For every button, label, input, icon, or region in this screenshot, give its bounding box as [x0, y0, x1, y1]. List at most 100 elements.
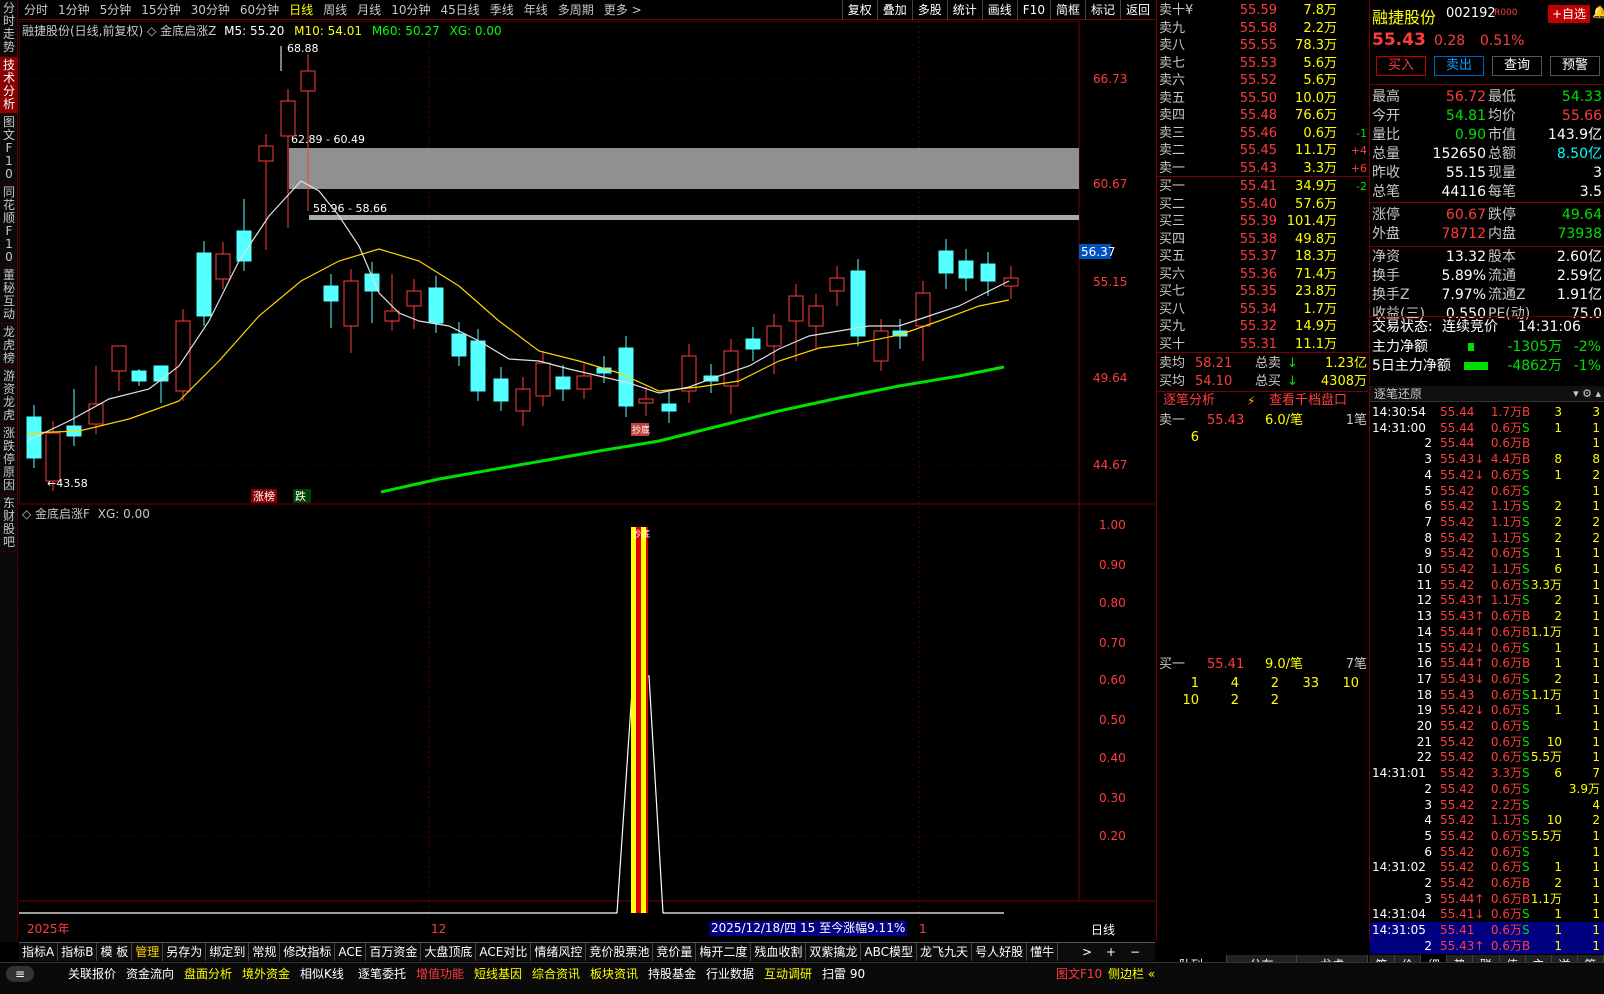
tick-row[interactable]: 14:31:02 55.42 0.6万 S 1 1 — [1370, 859, 1604, 875]
tick-row[interactable]: 7 55.42 1.1万 S 2 2 — [1370, 514, 1604, 530]
period-tab-9[interactable]: 10分钟 — [386, 0, 435, 20]
bid-row[interactable]: 买六 55.36 71.4万 — [1157, 266, 1369, 283]
status-item-3[interactable]: 境外资金 — [242, 963, 290, 985]
tick-row[interactable]: 10 55.42 1.1万 S 6 1 — [1370, 561, 1604, 577]
bid-row[interactable]: 买四 55.38 49.8万 — [1157, 231, 1369, 248]
tick-row[interactable]: 5 55.42 0.6万 S 1 — [1370, 483, 1604, 499]
template-tab-9[interactable]: 百万资金 — [366, 943, 422, 961]
tick-row[interactable]: 22 55.42 0.6万 S 5.5万 1 — [1370, 749, 1604, 765]
tick-row[interactable]: 2 55.44 0.6万 B 1 — [1370, 435, 1604, 451]
tick-row[interactable]: 14:30:54 55.44 1.7万 B 3 3 — [1370, 404, 1604, 420]
chart-tool-6[interactable]: 简框 — [1049, 0, 1085, 20]
template-tab-17[interactable]: 双紫擒龙 — [806, 943, 862, 961]
period-tab-3[interactable]: 15分钟 — [136, 0, 185, 20]
tick-row[interactable]: 14:31:05 55.41 0.6万 S 1 1 — [1370, 922, 1604, 939]
status-item-13[interactable]: 扫雷 90 — [822, 963, 865, 985]
ask-row[interactable]: 卖十¥ 55.59 7.8万 — [1157, 2, 1369, 19]
ask-row[interactable]: 卖五 55.50 10.0万 — [1157, 90, 1369, 107]
tick-row[interactable]: 8 55.42 1.1万 S 2 2 — [1370, 530, 1604, 546]
tick-row[interactable]: 6 55.42 0.6万 S 1 — [1370, 844, 1604, 860]
template-tab-21[interactable]: 懂牛 — [1027, 943, 1059, 961]
template-tab-15[interactable]: 梅开二度 — [696, 943, 752, 961]
status-item-5[interactable]: 逐笔委托 — [358, 963, 406, 985]
template-tab-0[interactable]: 指标A — [19, 943, 59, 961]
period-tab-5[interactable]: 60分钟 — [235, 0, 284, 20]
tick-row[interactable]: 3 55.44↑ 0.6万 B 1.1万 1 — [1370, 891, 1604, 907]
period-tab-4[interactable]: 30分钟 — [186, 0, 235, 20]
vtab-6[interactable]: 游资龙虎 — [0, 368, 18, 425]
vtab-8[interactable]: 东财股吧 — [0, 495, 18, 552]
period-tab-8[interactable]: 月线 — [352, 0, 386, 20]
tick-row[interactable]: 9 55.42 0.6万 S 1 1 — [1370, 545, 1604, 561]
status-item-1[interactable]: 资金流向 — [126, 963, 174, 985]
status-item-11[interactable]: 行业数据 — [706, 963, 754, 985]
vtab-4[interactable]: 董秘互动 — [0, 267, 18, 324]
period-tab-14[interactable]: 更多 > — [599, 0, 647, 20]
bid-row[interactable]: 买五 55.37 18.3万 — [1157, 248, 1369, 265]
view-depth-link[interactable]: 查看千档盘口 — [1269, 392, 1347, 410]
menu-icon[interactable]: ≡ — [6, 966, 34, 982]
zoom-in-icon[interactable]: + — [1106, 943, 1116, 961]
ask-row[interactable]: 卖七 55.53 5.6万 — [1157, 55, 1369, 72]
bid-row[interactable]: 买七 55.35 23.8万 — [1157, 283, 1369, 300]
tick-row[interactable]: 2 55.42 0.6万 S 3.9万 — [1370, 781, 1604, 797]
zoom-out-icon[interactable]: − — [1130, 943, 1140, 961]
template-tab-4[interactable]: 另存为 — [163, 943, 207, 961]
status-item-10[interactable]: 持股基金 — [648, 963, 696, 985]
template-tab-6[interactable]: 常规 — [249, 943, 281, 961]
tab-scroll-right-icon[interactable]: > — [1082, 943, 1092, 961]
sub-indicator-name[interactable]: 金底启涨F — [35, 507, 90, 521]
tick-row[interactable]: 19 55.42↓ 0.6万 S 1 1 — [1370, 702, 1604, 718]
ask-row[interactable]: 卖二 55.45 11.1万 +4 — [1157, 142, 1369, 159]
status-sidebar[interactable]: 侧边栏 « — [1108, 963, 1155, 985]
vtab-1[interactable]: 技术分析 — [0, 57, 18, 114]
bid-row[interactable]: 买八 55.34 1.7万 — [1157, 301, 1369, 318]
tick-row[interactable]: 4 55.42 1.1万 S 10 2 — [1370, 812, 1604, 828]
tick-row[interactable]: 16 55.44↑ 0.6万 B 1 1 — [1370, 655, 1604, 671]
vtab-0[interactable]: 分时走势 — [0, 0, 18, 57]
tick-row[interactable]: 14:31:01 55.42 3.3万 S 6 7 — [1370, 765, 1604, 781]
status-item-9[interactable]: 板块资讯 — [590, 963, 638, 985]
tick-row[interactable]: 13 55.43↑ 0.6万 B 2 1 — [1370, 608, 1604, 624]
template-tab-8[interactable]: ACE — [335, 943, 367, 961]
quote-button-1[interactable]: 卖出 — [1434, 56, 1484, 76]
chart-tool-3[interactable]: 统计 — [946, 0, 982, 20]
template-tab-20[interactable]: 号人好股 — [972, 943, 1028, 961]
bid-row[interactable]: 买二 55.40 57.6万 — [1157, 196, 1369, 213]
template-tab-5[interactable]: 绑定到 — [206, 943, 250, 961]
tick-row[interactable]: 3 55.43↓ 4.4万 B 8 8 — [1370, 451, 1604, 467]
quote-button-2[interactable]: 查询 — [1492, 56, 1542, 76]
period-tab-1[interactable]: 1分钟 — [53, 0, 95, 20]
vtab-7[interactable]: 涨跌停原因 — [0, 425, 18, 495]
template-tab-14[interactable]: 竞价量 — [653, 943, 697, 961]
status-item-8[interactable]: 综合资讯 — [532, 963, 580, 985]
template-tab-18[interactable]: ABC模型 — [861, 943, 918, 961]
chart-tool-8[interactable]: 返回 — [1119, 0, 1155, 20]
tick-row[interactable]: 17 55.43↓ 0.6万 S 2 1 — [1370, 671, 1604, 687]
period-tab-13[interactable]: 多周期 — [553, 0, 599, 20]
tick-analysis-link[interactable]: 逐笔分析 — [1163, 392, 1215, 410]
template-tab-12[interactable]: 情绪风控 — [531, 943, 587, 961]
status-item-0[interactable]: 关联报价 — [68, 963, 116, 985]
tick-row[interactable]: 21 55.42 0.6万 S 10 1 — [1370, 734, 1604, 750]
period-tab-11[interactable]: 季线 — [485, 0, 519, 20]
period-tab-12[interactable]: 年线 — [519, 0, 553, 20]
status-item-7[interactable]: 短线基因 — [474, 963, 522, 985]
ask-row[interactable]: 卖一 55.43 3.3万 +6 — [1157, 160, 1369, 177]
tick-row[interactable]: 14:31:00 55.44 0.6万 S 1 1 — [1370, 420, 1604, 436]
template-tab-11[interactable]: ACE对比 — [476, 943, 532, 961]
status-item-4[interactable]: 相似K线 — [300, 963, 344, 985]
period-tab-10[interactable]: 45日线 — [435, 0, 484, 20]
status-f10[interactable]: 图文F10 — [1056, 963, 1102, 985]
bell-icon[interactable]: 🔔 — [1592, 5, 1604, 19]
chart-tool-5[interactable]: F10 — [1016, 0, 1050, 20]
tick-row[interactable]: 4 55.42↓ 0.6万 S 1 2 — [1370, 467, 1604, 483]
vtab-3[interactable]: 同花顺F10 — [0, 184, 18, 267]
ask-row[interactable]: 卖四 55.48 76.6万 — [1157, 107, 1369, 124]
chart-tool-4[interactable]: 画线 — [981, 0, 1017, 20]
indicator-name[interactable]: 金底启涨Z — [160, 24, 216, 38]
tick-row[interactable]: 12 55.43↑ 1.1万 S 2 1 — [1370, 592, 1604, 608]
chart-tool-2[interactable]: 多股 — [911, 0, 947, 20]
status-item-6[interactable]: 增值功能 — [416, 963, 464, 985]
vtab-5[interactable]: 龙虎榜 — [0, 324, 18, 368]
